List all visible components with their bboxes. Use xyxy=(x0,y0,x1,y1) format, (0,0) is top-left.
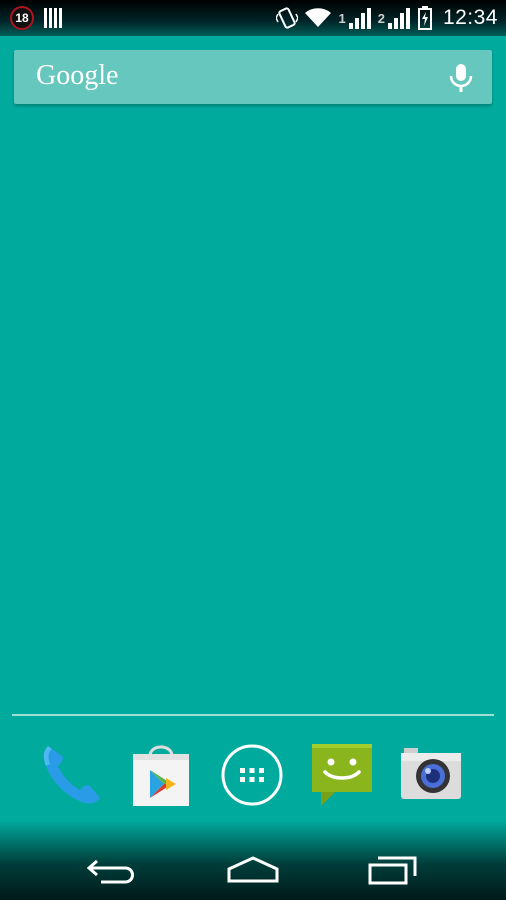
recents-button[interactable] xyxy=(358,850,428,890)
home-button[interactable] xyxy=(218,850,288,890)
phone-icon[interactable] xyxy=(38,740,104,810)
status-bar-left: 18 xyxy=(10,5,62,31)
notification-badge[interactable]: 18 xyxy=(10,6,34,30)
back-icon xyxy=(87,859,134,884)
status-bar-right: 1 2 12:34 xyxy=(276,4,498,32)
google-search-bar[interactable]: Google xyxy=(14,50,492,104)
play-store-icon[interactable] xyxy=(128,740,194,810)
vibrate-icon xyxy=(276,7,299,29)
back-button[interactable] xyxy=(77,850,147,890)
messaging-icon[interactable] xyxy=(309,740,375,810)
google-label: Google xyxy=(36,60,119,91)
wifi-icon xyxy=(305,8,332,27)
sim2-label: 2 xyxy=(377,10,385,26)
home-icon xyxy=(227,856,279,883)
status-bar: 18 1 2 12:34 xyxy=(0,0,506,36)
recents-icon xyxy=(368,856,417,885)
barcode-icon[interactable] xyxy=(44,8,62,28)
mic-icon[interactable] xyxy=(446,62,476,94)
status-clock: 12:34 xyxy=(442,6,498,29)
sim1-label: 1 xyxy=(338,10,346,26)
dock-divider xyxy=(12,714,494,716)
app-drawer-icon[interactable] xyxy=(219,740,285,810)
signal-icon xyxy=(387,8,410,29)
battery-charging-icon xyxy=(417,6,432,30)
navigation-bar xyxy=(0,820,506,900)
camera-icon[interactable] xyxy=(398,740,464,810)
signal-icon xyxy=(348,8,371,29)
